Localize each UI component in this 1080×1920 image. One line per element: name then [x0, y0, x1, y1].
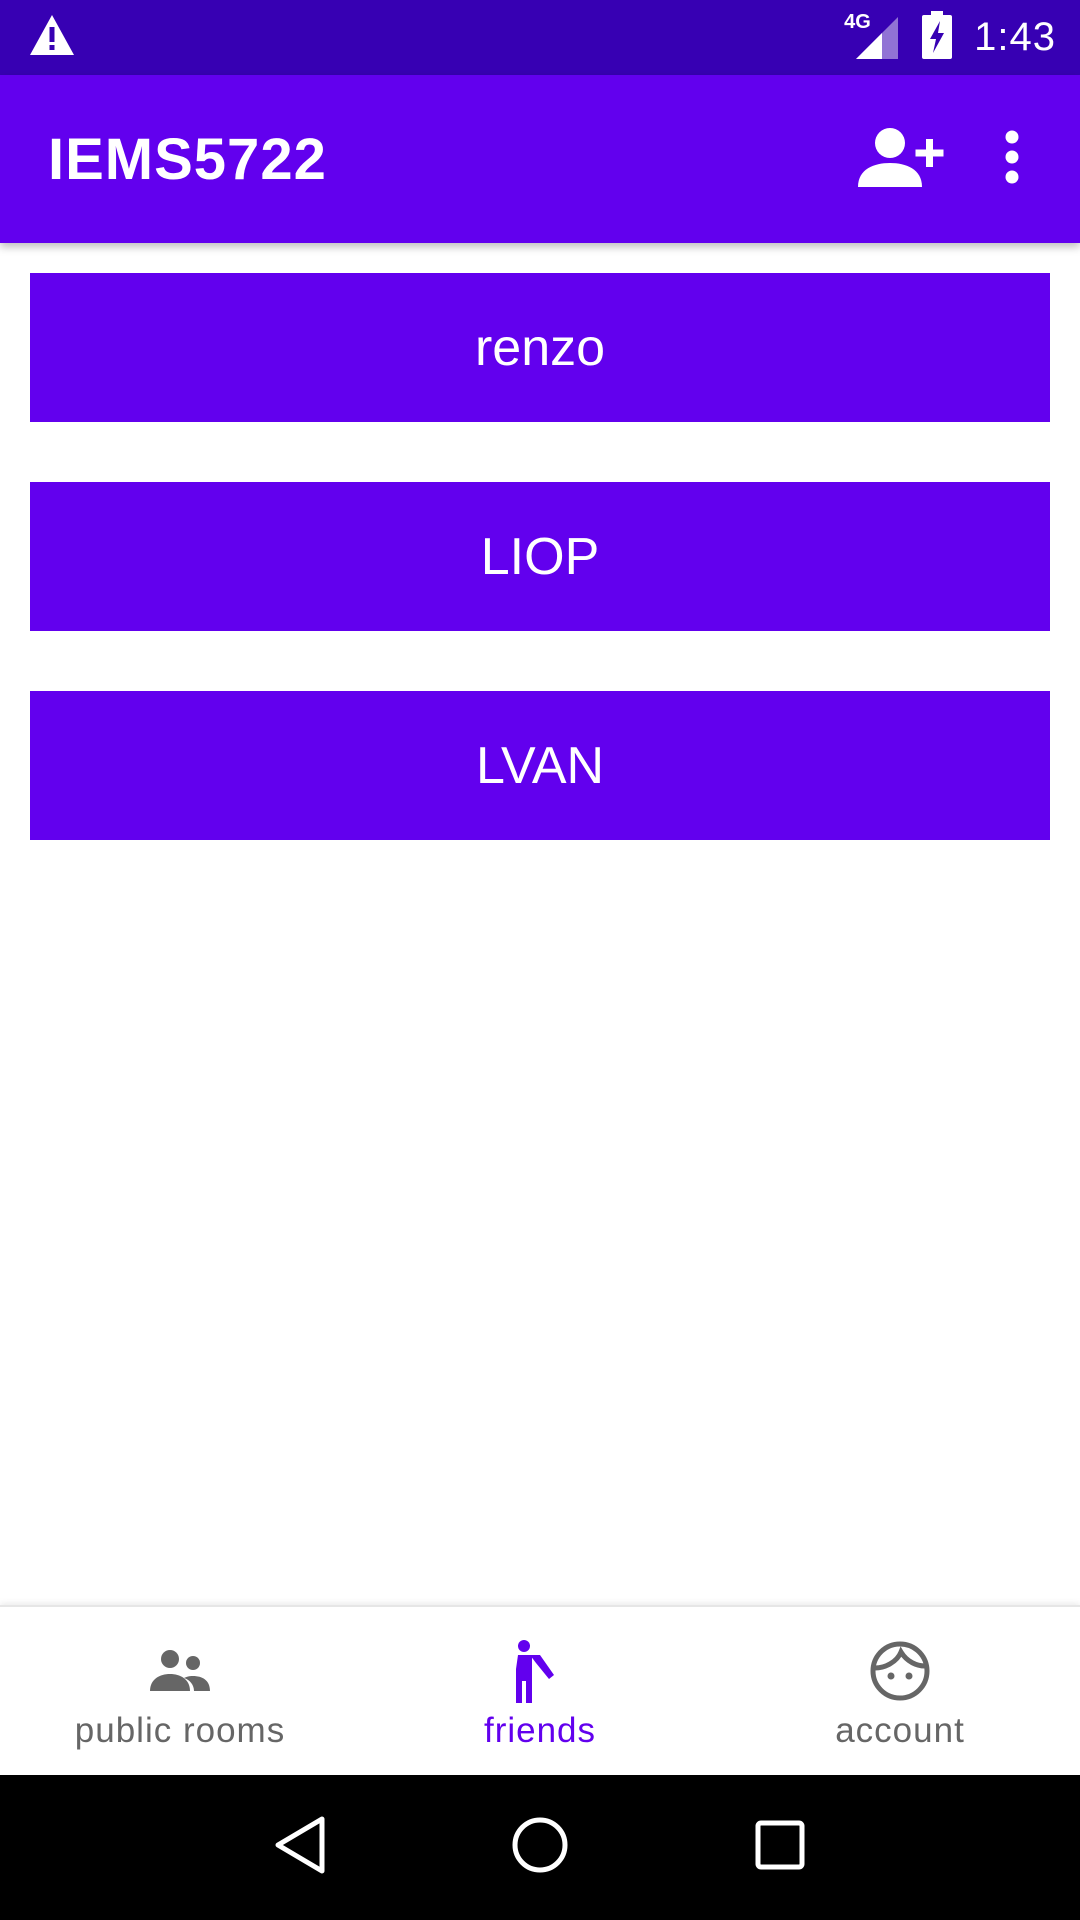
- add-friend-button[interactable]: [850, 109, 950, 209]
- bottom-navigation: public rooms friends account: [0, 1605, 1080, 1775]
- friend-list: renzo LIOP LVAN: [30, 273, 1050, 900]
- battery-charging-icon: [922, 11, 953, 64]
- friend-item-lvan[interactable]: LVAN: [30, 691, 1050, 840]
- nav-label: public rooms: [74, 1711, 286, 1750]
- friend-name: renzo: [474, 318, 606, 377]
- home-button[interactable]: [500, 1808, 580, 1888]
- app-bar: IEMS5722: [0, 75, 1080, 243]
- status-time: 1:43: [974, 15, 1056, 59]
- friend-name: LVAN: [475, 736, 605, 795]
- person-waving-icon: [508, 1639, 572, 1703]
- system-navigation-bar: [0, 1775, 1080, 1920]
- add-friend-icon: [854, 125, 946, 194]
- warning-icon: [28, 13, 76, 62]
- nav-label: friends: [483, 1711, 597, 1750]
- overflow-menu-button[interactable]: [992, 109, 1032, 209]
- nav-item-account[interactable]: account: [720, 1607, 1080, 1775]
- nav-item-public-rooms[interactable]: public rooms: [0, 1607, 360, 1775]
- app-title: IEMS5722: [48, 126, 327, 192]
- nav-item-friends[interactable]: friends: [360, 1607, 720, 1775]
- status-right: 4G 1:43: [822, 11, 1056, 64]
- recents-icon: [754, 1819, 806, 1876]
- back-button[interactable]: [260, 1808, 340, 1888]
- friend-item-liop[interactable]: LIOP: [30, 482, 1050, 631]
- nav-label: account: [835, 1711, 965, 1750]
- face-icon: [868, 1639, 932, 1703]
- back-icon: [272, 1815, 328, 1880]
- people-icon: [148, 1639, 212, 1703]
- status-bar: 4G 1:43: [0, 0, 1080, 75]
- screen: 4G 1:43 IEMS5722 renzo LIOP LVAN public …: [0, 0, 1080, 1920]
- friend-name: LIOP: [480, 527, 600, 586]
- more-vert-icon: [1004, 130, 1020, 189]
- home-icon: [510, 1815, 570, 1880]
- signal-icon: 4G: [844, 11, 900, 61]
- status-left: [28, 13, 76, 62]
- friend-item-renzo[interactable]: renzo: [30, 273, 1050, 422]
- app-bar-actions: [850, 109, 1032, 209]
- recents-button[interactable]: [740, 1808, 820, 1888]
